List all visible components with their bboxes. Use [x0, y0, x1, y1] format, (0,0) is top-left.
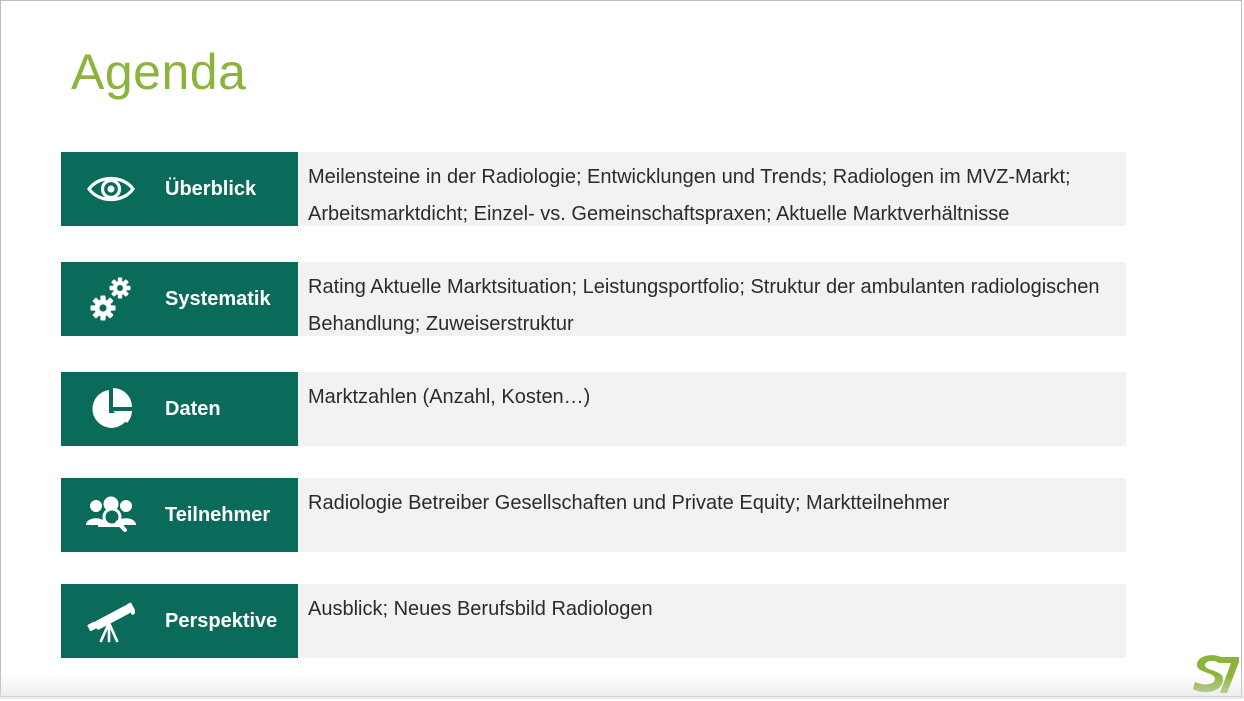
agenda-row-description: Marktzahlen (Anzahl, Kosten…): [298, 372, 1126, 446]
agenda-row-header: Daten: [61, 372, 298, 446]
agenda-row-header: Systematik: [61, 262, 298, 336]
users-search-icon: [61, 478, 161, 552]
agenda-row-description: Radiologie Betreiber Gesellschaften und …: [298, 478, 1126, 552]
agenda-row-ueberblick: Überblick Meilensteine in der Radiologie…: [61, 152, 1126, 226]
agenda-row-header: Perspektive: [61, 584, 298, 658]
telescope-icon: [61, 584, 161, 658]
company-logo-icon: [1191, 651, 1241, 696]
agenda-row-header: Teilnehmer: [61, 478, 298, 552]
agenda-row-header: Überblick: [61, 152, 298, 226]
agenda-row-label: Systematik: [165, 287, 271, 310]
agenda-row-perspektive: Perspektive Ausblick; Neues Berufsbild R…: [61, 584, 1126, 658]
gears-icon: [61, 262, 161, 336]
agenda-row-description: Rating Aktuelle Marktsituation; Leistung…: [298, 262, 1126, 336]
eye-icon: [61, 152, 161, 226]
agenda-row-description: Meilensteine in der Radiologie; Entwickl…: [298, 152, 1126, 226]
page-title: Agenda: [71, 44, 247, 100]
slide: Agenda Überblick Meilensteine in der Rad…: [0, 0, 1242, 697]
agenda-row-label: Perspektive: [165, 609, 278, 632]
agenda-row-teilnehmer: Teilnehmer Radiologie Betreiber Gesellsc…: [61, 478, 1126, 552]
pie-chart-icon: [61, 372, 161, 446]
agenda-row-label: Daten: [165, 397, 221, 420]
agenda-row-description: Ausblick; Neues Berufsbild Radiologen: [298, 584, 1126, 658]
agenda-row-label: Teilnehmer: [165, 503, 271, 526]
agenda-row-label: Überblick: [165, 177, 257, 200]
agenda-row-systematik: Systematik Rating Aktuelle Marktsituatio…: [61, 262, 1126, 336]
agenda-row-daten: Daten Marktzahlen (Anzahl, Kosten…): [61, 372, 1126, 446]
